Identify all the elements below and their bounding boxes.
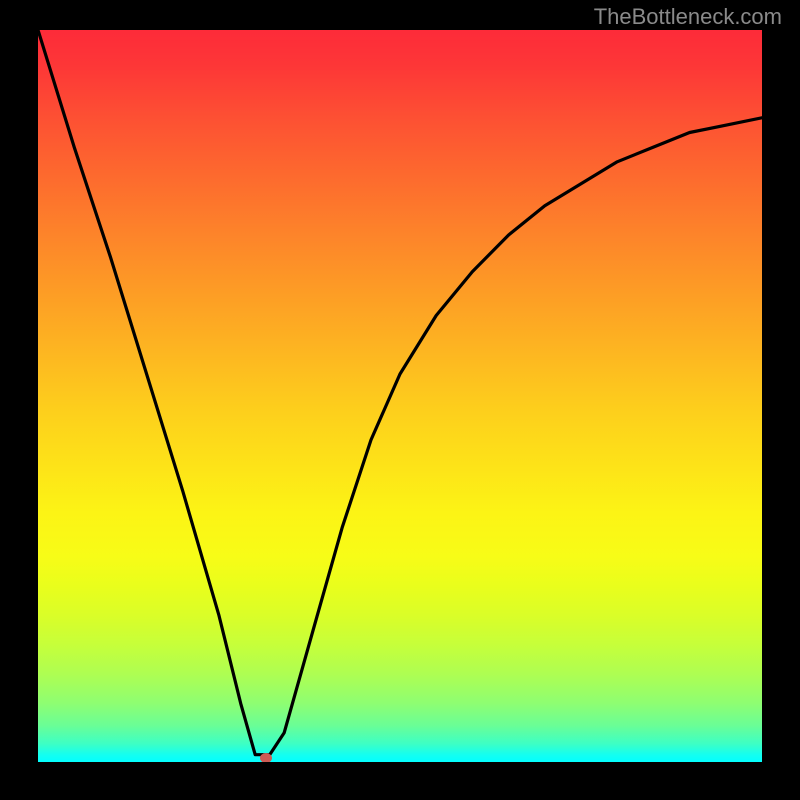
optimal-point-marker	[260, 753, 272, 762]
chart-container: TheBottleneck.com	[0, 0, 800, 800]
plot-area	[38, 30, 762, 762]
watermark-text: TheBottleneck.com	[594, 4, 782, 30]
bottleneck-curve	[38, 30, 762, 762]
